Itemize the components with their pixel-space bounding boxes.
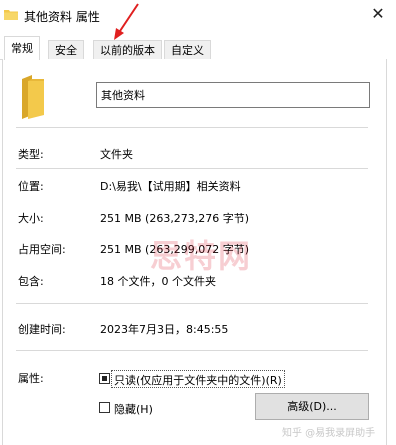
- title-bar: 其他资料 属性 ✕: [0, 0, 396, 34]
- contains-label: 包含:: [18, 275, 44, 288]
- created-label: 创建时间:: [18, 323, 66, 336]
- readonly-label[interactable]: 只读(仅应用于文件夹中的文件)(R): [114, 372, 282, 388]
- hidden-label[interactable]: 隐藏(H): [114, 401, 153, 417]
- tab-general-label: 常规: [11, 42, 33, 55]
- folder-large-icon: [22, 75, 44, 119]
- tab-general[interactable]: 常规: [4, 36, 40, 60]
- location-value: D:\易我\【试用期】相关资料: [100, 180, 241, 193]
- hidden-checkbox[interactable]: [99, 402, 110, 413]
- attributes-label: 属性:: [18, 372, 44, 385]
- credit-text: 知乎 @易我录屏助手: [282, 428, 376, 439]
- folder-name-input[interactable]: [96, 82, 370, 108]
- tab-previous-versions-label: 以前的版本: [100, 44, 155, 57]
- watermark: 思特网: [150, 237, 253, 275]
- tab-customize[interactable]: 自定义: [164, 40, 211, 59]
- annotation-arrow-icon: [114, 3, 139, 40]
- readonly-checkbox[interactable]: [99, 373, 110, 384]
- disk-size-label: 占用空间:: [18, 243, 66, 256]
- folder-icon: [4, 10, 18, 20]
- advanced-button-label: 高级(D)...: [287, 400, 337, 413]
- created-value: 2023年7月3日，8:45:55: [100, 323, 229, 336]
- type-label: 类型:: [18, 148, 44, 161]
- size-value: 251 MB (263,273,276 字节): [100, 212, 250, 225]
- window-title: 其他资料 属性: [24, 10, 100, 24]
- tab-security[interactable]: 安全: [48, 40, 84, 59]
- divider: [16, 127, 368, 128]
- tab-previous-versions[interactable]: 以前的版本: [93, 40, 162, 59]
- tab-security-label: 安全: [55, 44, 77, 57]
- divider: [16, 303, 368, 304]
- advanced-button[interactable]: 高级(D)...: [255, 393, 369, 420]
- close-button[interactable]: ✕: [360, 0, 396, 28]
- close-icon: ✕: [371, 4, 385, 23]
- size-label: 大小:: [18, 212, 44, 225]
- divider: [16, 168, 368, 169]
- tab-customize-label: 自定义: [171, 44, 204, 57]
- divider: [16, 350, 368, 351]
- location-label: 位置:: [18, 180, 44, 193]
- type-value: 文件夹: [100, 148, 133, 161]
